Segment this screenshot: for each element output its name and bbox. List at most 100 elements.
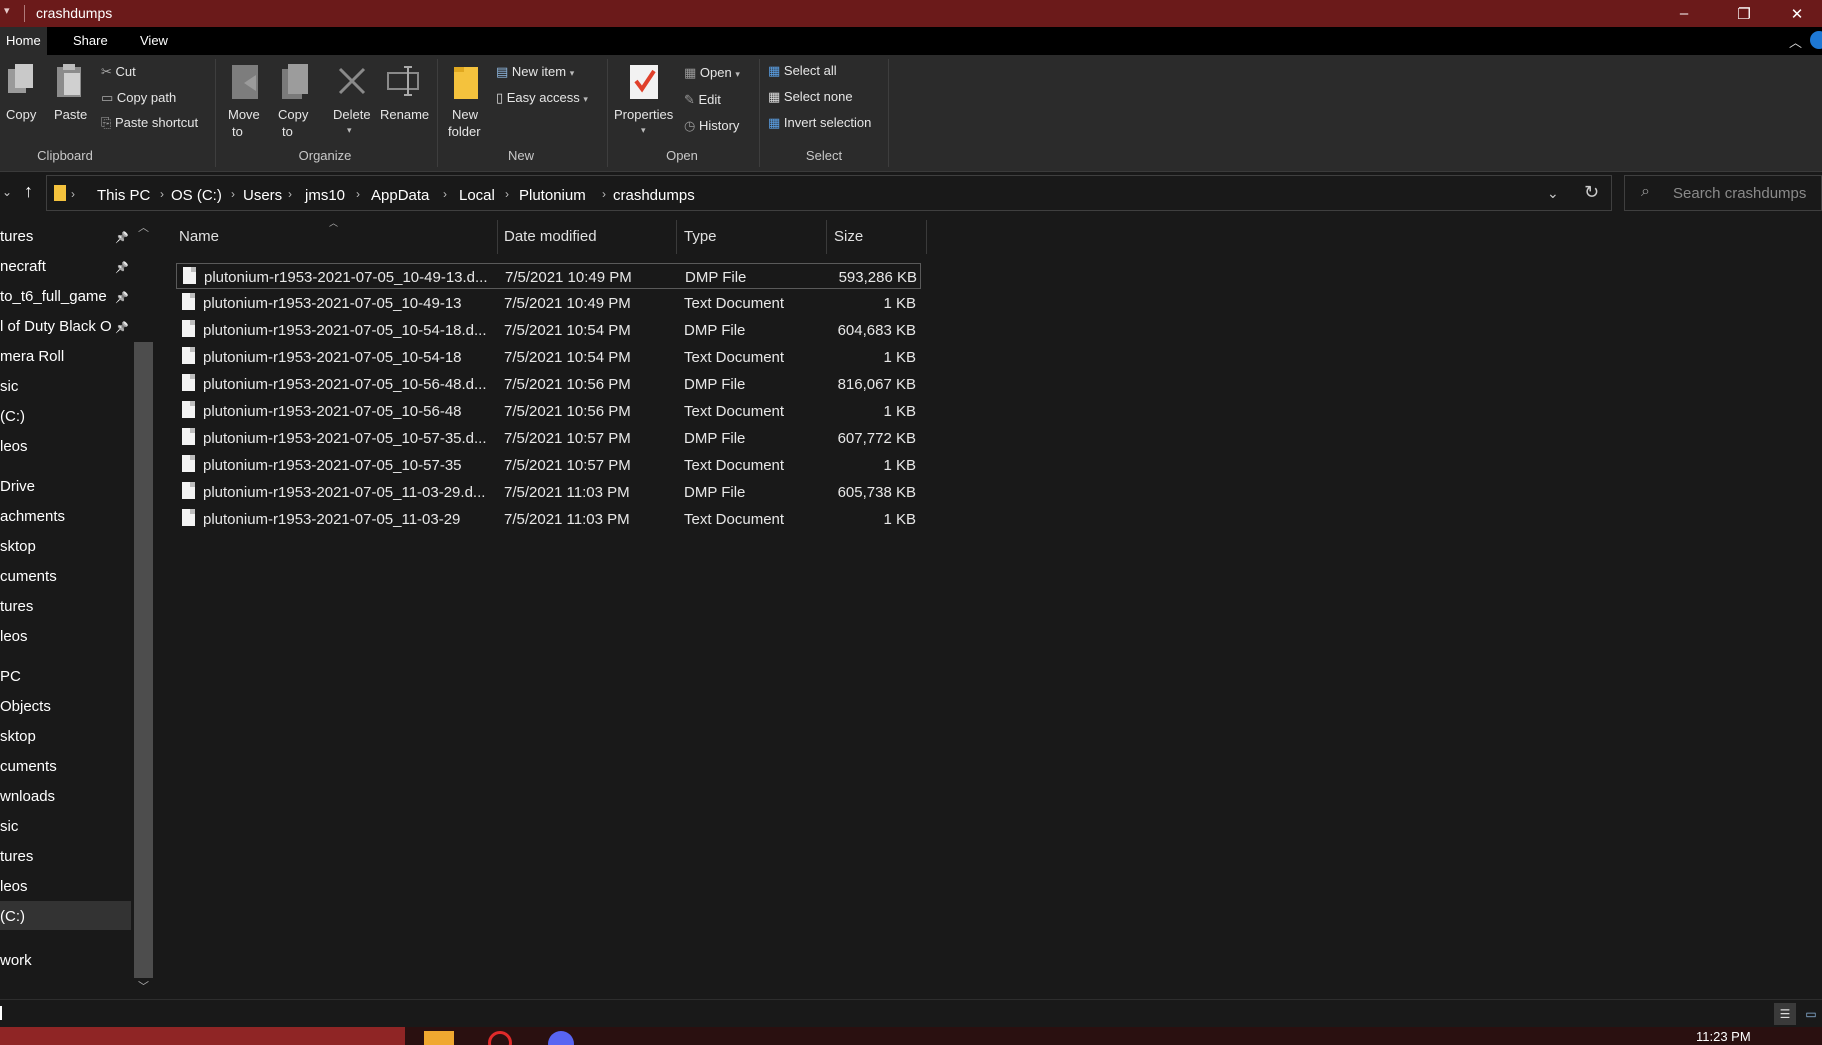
breadcrumb-users[interactable]: Users bbox=[243, 187, 282, 204]
file-row[interactable]: plutonium-r1953-2021-07-05_10-57-35.d...… bbox=[176, 425, 1076, 451]
file-row[interactable]: plutonium-r1953-2021-07-05_11-03-29.d...… bbox=[176, 479, 1076, 505]
file-row[interactable]: plutonium-r1953-2021-07-05_10-56-48 7/5/2… bbox=[176, 398, 1076, 424]
collapse-ribbon-icon[interactable]: ︿ bbox=[1789, 32, 1802, 51]
nav-item[interactable]: sic bbox=[0, 378, 18, 395]
breadcrumb-chevron-icon[interactable]: › bbox=[356, 187, 360, 201]
breadcrumb-this-pc[interactable]: This PC bbox=[97, 187, 150, 204]
scroll-down-icon[interactable]: ﹀ bbox=[138, 978, 149, 994]
nav-item[interactable]: tures bbox=[0, 848, 33, 865]
pin-icon[interactable]: 📌 bbox=[115, 291, 129, 304]
breadcrumb-crashdumps[interactable]: crashdumps bbox=[613, 187, 695, 204]
column-header-size[interactable]: Size bbox=[834, 228, 863, 245]
breadcrumb-plutonium[interactable]: Plutonium bbox=[519, 187, 586, 204]
breadcrumb-chevron-icon[interactable]: › bbox=[231, 187, 235, 201]
breadcrumb-chevron-icon[interactable]: › bbox=[505, 187, 509, 201]
nav-item[interactable]: leos bbox=[0, 628, 28, 645]
paste-shortcut-button[interactable]: ⎘ Paste shortcut bbox=[101, 115, 198, 131]
cut-button[interactable]: ✂ Cut bbox=[101, 64, 136, 80]
nav-item[interactable]: Drive bbox=[0, 478, 35, 495]
quick-access-dropdown-icon[interactable]: ▾ bbox=[4, 4, 10, 17]
taskbar-search-box[interactable] bbox=[0, 1027, 405, 1045]
history-button[interactable]: ◷ History bbox=[684, 118, 739, 134]
nav-item[interactable]: leos bbox=[0, 438, 28, 455]
address-dropdown-icon[interactable]: ⌄ bbox=[1547, 185, 1559, 202]
rename-button[interactable]: Rename bbox=[380, 107, 429, 122]
column-header-date-modified[interactable]: Date modified bbox=[504, 228, 597, 245]
select-none-button[interactable]: ▦ Select none bbox=[768, 89, 853, 105]
column-header-name[interactable]: Name bbox=[179, 228, 219, 245]
paste-button[interactable]: Paste bbox=[54, 107, 87, 122]
nav-item[interactable]: leos bbox=[0, 878, 28, 895]
pin-icon[interactable]: 📌 bbox=[115, 321, 129, 334]
column-separator[interactable] bbox=[926, 220, 927, 254]
nav-item[interactable]: cuments bbox=[0, 568, 57, 585]
nav-item[interactable]: mera Roll bbox=[0, 348, 64, 365]
nav-item[interactable]: achments bbox=[0, 508, 65, 525]
column-header-type[interactable]: Type bbox=[684, 228, 717, 245]
nav-item[interactable]: tures bbox=[0, 598, 33, 615]
file-row[interactable]: plutonium-r1953-2021-07-05_10-49-13 7/5/2… bbox=[176, 290, 1076, 316]
nav-item[interactable]: PC bbox=[0, 668, 21, 685]
taskbar-app-icon[interactable] bbox=[488, 1031, 512, 1045]
delete-button[interactable]: Delete bbox=[333, 107, 371, 122]
nav-item[interactable]: (C:) bbox=[0, 908, 25, 925]
properties-button[interactable]: Properties bbox=[614, 107, 673, 122]
file-row[interactable]: plutonium-r1953-2021-07-05_10-56-48.d...… bbox=[176, 371, 1076, 397]
breadcrumb-chevron-icon[interactable]: › bbox=[443, 187, 447, 201]
nav-item[interactable]: to_t6_full_game bbox=[0, 288, 107, 305]
discord-taskbar-icon[interactable] bbox=[548, 1031, 574, 1045]
tab-view[interactable]: View bbox=[138, 27, 170, 55]
file-explorer-taskbar-icon[interactable] bbox=[424, 1031, 454, 1045]
new-folder-button[interactable]: New bbox=[452, 107, 478, 122]
move-to-button[interactable]: Move bbox=[228, 107, 260, 122]
breadcrumb-appdata[interactable]: AppData bbox=[371, 187, 429, 204]
nav-item[interactable]: sktop bbox=[0, 728, 36, 745]
file-row[interactable]: plutonium-r1953-2021-07-05_11-03-29 7/5/2… bbox=[176, 506, 1076, 532]
search-box[interactable]: ⌕ Search crashdumps bbox=[1624, 175, 1822, 211]
edit-button[interactable]: ✎ Edit bbox=[684, 92, 721, 108]
file-row[interactable]: plutonium-r1953-2021-07-05_10-54-18 7/5/2… bbox=[176, 344, 1076, 370]
breadcrumb-jms10[interactable]: jms10 bbox=[305, 187, 345, 204]
properties-dropdown-icon[interactable]: ▾ bbox=[641, 125, 646, 136]
file-row[interactable]: plutonium-r1953-2021-07-05_10-57-35 7/5/2… bbox=[176, 452, 1076, 478]
breadcrumb-chevron-icon[interactable]: › bbox=[71, 187, 75, 201]
file-row[interactable]: plutonium-r1953-2021-07-05_10-49-13.d...… bbox=[176, 263, 921, 289]
nav-item[interactable]: work bbox=[0, 952, 32, 969]
copy-path-button[interactable]: ▭ Copy path bbox=[101, 90, 176, 106]
new-item-button[interactable]: ▤ New item ▾ bbox=[496, 64, 574, 80]
nav-item[interactable]: sktop bbox=[0, 538, 36, 555]
easy-access-button[interactable]: ▯ Easy access ▾ bbox=[496, 90, 588, 106]
nav-scrollbar-thumb[interactable] bbox=[134, 342, 153, 978]
up-arrow-icon[interactable]: ↑ bbox=[24, 181, 33, 202]
breadcrumb-os-c[interactable]: OS (C:) bbox=[171, 187, 222, 204]
nav-item[interactable]: tures bbox=[0, 228, 33, 245]
details-view-icon[interactable]: ☰ bbox=[1774, 1003, 1796, 1025]
copy-button[interactable]: Copy bbox=[6, 107, 36, 122]
nav-item[interactable]: wnloads bbox=[0, 788, 55, 805]
open-button[interactable]: ▦ Open ▾ bbox=[684, 65, 740, 81]
nav-item[interactable]: l of Duty Black O bbox=[0, 318, 112, 335]
nav-item[interactable]: necraft bbox=[0, 258, 46, 275]
nav-item[interactable]: cuments bbox=[0, 758, 57, 775]
column-separator[interactable] bbox=[676, 220, 677, 254]
nav-item[interactable]: (C:) bbox=[0, 408, 25, 425]
column-separator[interactable] bbox=[497, 220, 498, 254]
close-button[interactable]: ✕ bbox=[1772, 0, 1822, 27]
breadcrumb-chevron-icon[interactable]: › bbox=[288, 187, 292, 201]
pin-icon[interactable]: 📌 bbox=[115, 261, 129, 274]
large-icons-view-icon[interactable]: ▭ bbox=[1800, 1003, 1822, 1025]
breadcrumb-local[interactable]: Local bbox=[459, 187, 495, 204]
pin-icon[interactable]: 📌 bbox=[115, 231, 129, 244]
breadcrumb-chevron-icon[interactable]: › bbox=[602, 187, 606, 201]
tab-share[interactable]: Share bbox=[71, 27, 110, 55]
address-bar[interactable]: › This PC › OS (C:) › Users › jms10 › Ap… bbox=[46, 175, 1612, 211]
nav-item[interactable]: sic bbox=[0, 818, 18, 835]
invert-selection-button[interactable]: ▦ Invert selection bbox=[768, 115, 871, 131]
copy-to-button[interactable]: Copy bbox=[278, 107, 308, 122]
nav-item[interactable]: Objects bbox=[0, 698, 51, 715]
column-separator[interactable] bbox=[826, 220, 827, 254]
taskbar-clock[interactable]: 11:23 PM bbox=[1696, 1029, 1751, 1044]
scroll-up-icon[interactable]: ︿ bbox=[138, 219, 149, 235]
recent-locations-icon[interactable]: ⌄ bbox=[2, 185, 12, 199]
file-row[interactable]: plutonium-r1953-2021-07-05_10-54-18.d...… bbox=[176, 317, 1076, 343]
